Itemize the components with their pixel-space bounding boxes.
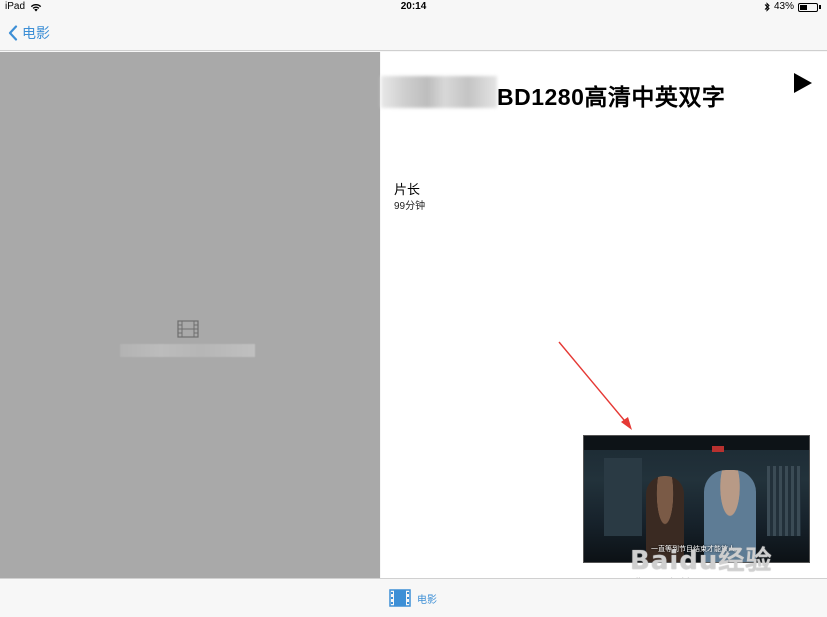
status-time: 20:14	[400, 1, 427, 12]
battery-tip	[819, 5, 821, 9]
movie-title: BD1280高清中英双字	[497, 84, 726, 110]
status-right: 43%	[764, 0, 821, 14]
bluetooth-icon	[764, 2, 770, 12]
tab-movies-label: 电影	[417, 594, 437, 606]
video-rack	[767, 466, 801, 536]
battery-icon	[798, 2, 818, 12]
video-door	[604, 458, 642, 536]
back-button-label: 电影	[22, 25, 50, 41]
chevron-left-icon	[8, 25, 18, 41]
battery-percent: 43%	[773, 1, 794, 12]
film-strip-icon	[389, 589, 411, 607]
film-icon	[176, 320, 199, 338]
video-ceiling	[584, 436, 809, 450]
tab-movies[interactable]: 电影	[389, 589, 437, 607]
duration-label: 片长	[394, 182, 421, 197]
video-subtitle: 一直等到节目结束才能放人。	[651, 546, 742, 553]
tab-bar: 电影	[0, 578, 827, 617]
battery-fill	[800, 4, 807, 10]
poster-pane	[0, 52, 380, 578]
duration-value: 99分钟	[394, 201, 426, 212]
play-icon[interactable]	[793, 72, 813, 94]
exit-sign	[712, 446, 724, 452]
poster-placeholder	[120, 320, 255, 357]
blurred-title-prefix	[381, 76, 497, 108]
picture-in-picture-video[interactable]: 一直等到节目结束才能放人。	[583, 435, 810, 563]
status-bar: iPad 20:14 43%	[0, 0, 827, 14]
title-row: BD1280高清中英双字	[381, 74, 827, 114]
detail-pane: BD1280高清中英双字 片长 99分钟 一直等到节目结束才能放人。	[381, 52, 827, 578]
back-button[interactable]: 电影	[8, 23, 50, 43]
navigation-bar: 电影	[0, 14, 827, 51]
blurred-poster-title	[120, 344, 255, 357]
